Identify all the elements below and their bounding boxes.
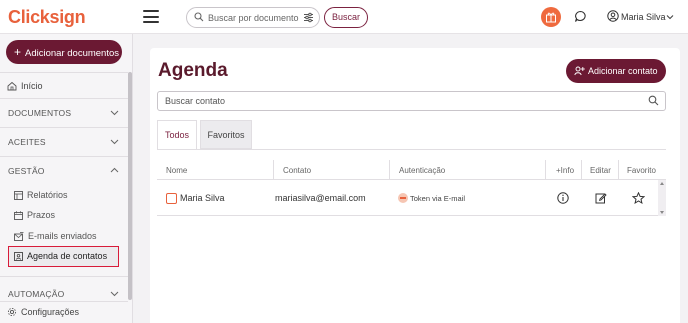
column-separator: [545, 160, 546, 180]
token-email-icon: [398, 193, 408, 203]
sidebar-section-aceites[interactable]: ACEITES: [8, 137, 46, 147]
info-icon[interactable]: [557, 192, 569, 204]
add-user-icon: [574, 66, 585, 76]
column-separator: [618, 160, 619, 180]
chevron-down-icon[interactable]: [110, 139, 119, 145]
tabs-divider: [157, 149, 666, 150]
divider: [0, 156, 128, 157]
sidebar-item-home[interactable]: Início: [7, 81, 43, 91]
search-icon[interactable]: [648, 95, 659, 106]
chat-icon[interactable]: [574, 10, 587, 23]
report-icon: [14, 191, 23, 200]
email-sent-icon: [14, 232, 24, 241]
sidebar-item-agenda-de-contatos[interactable]: Agenda de contatos: [14, 251, 107, 261]
table-scrollbar[interactable]: [658, 180, 666, 216]
sidebar-item-settings-label: Configurações: [21, 307, 80, 317]
page-title: Agenda: [158, 60, 228, 81]
column-separator: [273, 160, 274, 180]
chevron-down-icon[interactable]: [110, 110, 119, 116]
sidebar-item-relatorios-label: Relatórios: [27, 190, 68, 200]
agenda-card: [150, 48, 680, 323]
add-contact-label: Adicionar contato: [588, 66, 658, 76]
divider: [0, 127, 128, 128]
contact-search-input[interactable]: Buscar contato: [157, 91, 666, 111]
gift-button[interactable]: [541, 7, 561, 27]
contact-search-placeholder: Buscar contato: [165, 96, 226, 106]
column-header-contato: Contato: [283, 166, 312, 175]
home-icon: [7, 81, 17, 91]
table-header-divider: [157, 179, 666, 180]
sidebar-item-home-label: Início: [21, 81, 43, 91]
document-search-placeholder: Buscar por documento: [208, 13, 299, 23]
top-bar: Clicksign Buscar por documento Buscar Ma…: [0, 0, 688, 34]
add-contact-button[interactable]: Adicionar contato: [566, 59, 666, 83]
sidebar-section-documentos[interactable]: DOCUMENTOS: [8, 108, 71, 118]
sidebar: [0, 34, 133, 323]
gift-icon: [546, 12, 556, 23]
sidebar-item-emails-enviados[interactable]: E-mails enviados: [14, 231, 97, 241]
contact-email: mariasilva@email.com: [275, 193, 366, 203]
sidebar-item-prazos-label: Prazos: [27, 210, 56, 220]
star-icon[interactable]: [632, 192, 645, 204]
sidebar-item-settings[interactable]: Configurações: [7, 307, 79, 317]
sidebar-item-prazos[interactable]: Prazos: [14, 210, 55, 220]
sidebar-section-gestao[interactable]: GESTÃO: [8, 166, 45, 176]
divider: [0, 98, 128, 99]
add-documents-button[interactable]: + Adicionar documentos: [6, 40, 122, 64]
document-search-input[interactable]: Buscar por documento: [186, 7, 320, 28]
user-avatar-icon[interactable]: [607, 10, 619, 22]
plus-icon: +: [14, 45, 22, 59]
table-row-divider: [157, 215, 666, 216]
gear-icon: [7, 307, 17, 317]
column-header-editar: Editar: [590, 166, 611, 175]
chevron-up-icon[interactable]: [110, 167, 119, 173]
sidebar-item-relatorios[interactable]: Relatórios: [14, 190, 68, 200]
contacts-book-icon: [14, 252, 23, 261]
column-header-autenticacao: Autenticação: [399, 166, 446, 175]
column-header-info: +Info: [556, 166, 575, 175]
calendar-icon: [14, 211, 23, 220]
column-separator: [389, 160, 390, 180]
sidebar-item-emails-enviados-label: E-mails enviados: [28, 231, 97, 241]
sidebar-scrollbar[interactable]: [128, 72, 132, 300]
divider: [0, 276, 128, 277]
tab-favoritos[interactable]: Favoritos: [200, 120, 252, 149]
tab-todos[interactable]: Todos: [157, 120, 197, 149]
user-name[interactable]: Maria Silva: [621, 12, 666, 22]
sidebar-section-automacao[interactable]: AUTOMAÇÃO: [8, 289, 64, 299]
divider: [0, 301, 128, 302]
row-checkbox[interactable]: [166, 193, 177, 204]
sidebar-item-agenda-label: Agenda de contatos: [27, 251, 108, 261]
search-button[interactable]: Buscar: [324, 7, 368, 28]
auth-method: Token via E-mail: [410, 194, 466, 203]
edit-icon[interactable]: [595, 192, 607, 204]
search-icon: [194, 12, 204, 22]
column-header-nome: Nome: [166, 166, 188, 175]
divider: [0, 72, 128, 73]
clicksign-logo[interactable]: Clicksign: [8, 7, 86, 28]
chevron-down-icon[interactable]: [110, 291, 119, 297]
contact-name: Maria Silva: [180, 193, 225, 203]
chevron-down-icon[interactable]: [666, 14, 674, 20]
add-documents-label: Adicionar documentos: [25, 48, 120, 59]
column-header-favorito: Favorito: [627, 166, 656, 175]
column-separator: [581, 160, 582, 180]
filter-icon[interactable]: [303, 12, 314, 23]
menu-icon[interactable]: [143, 10, 159, 23]
